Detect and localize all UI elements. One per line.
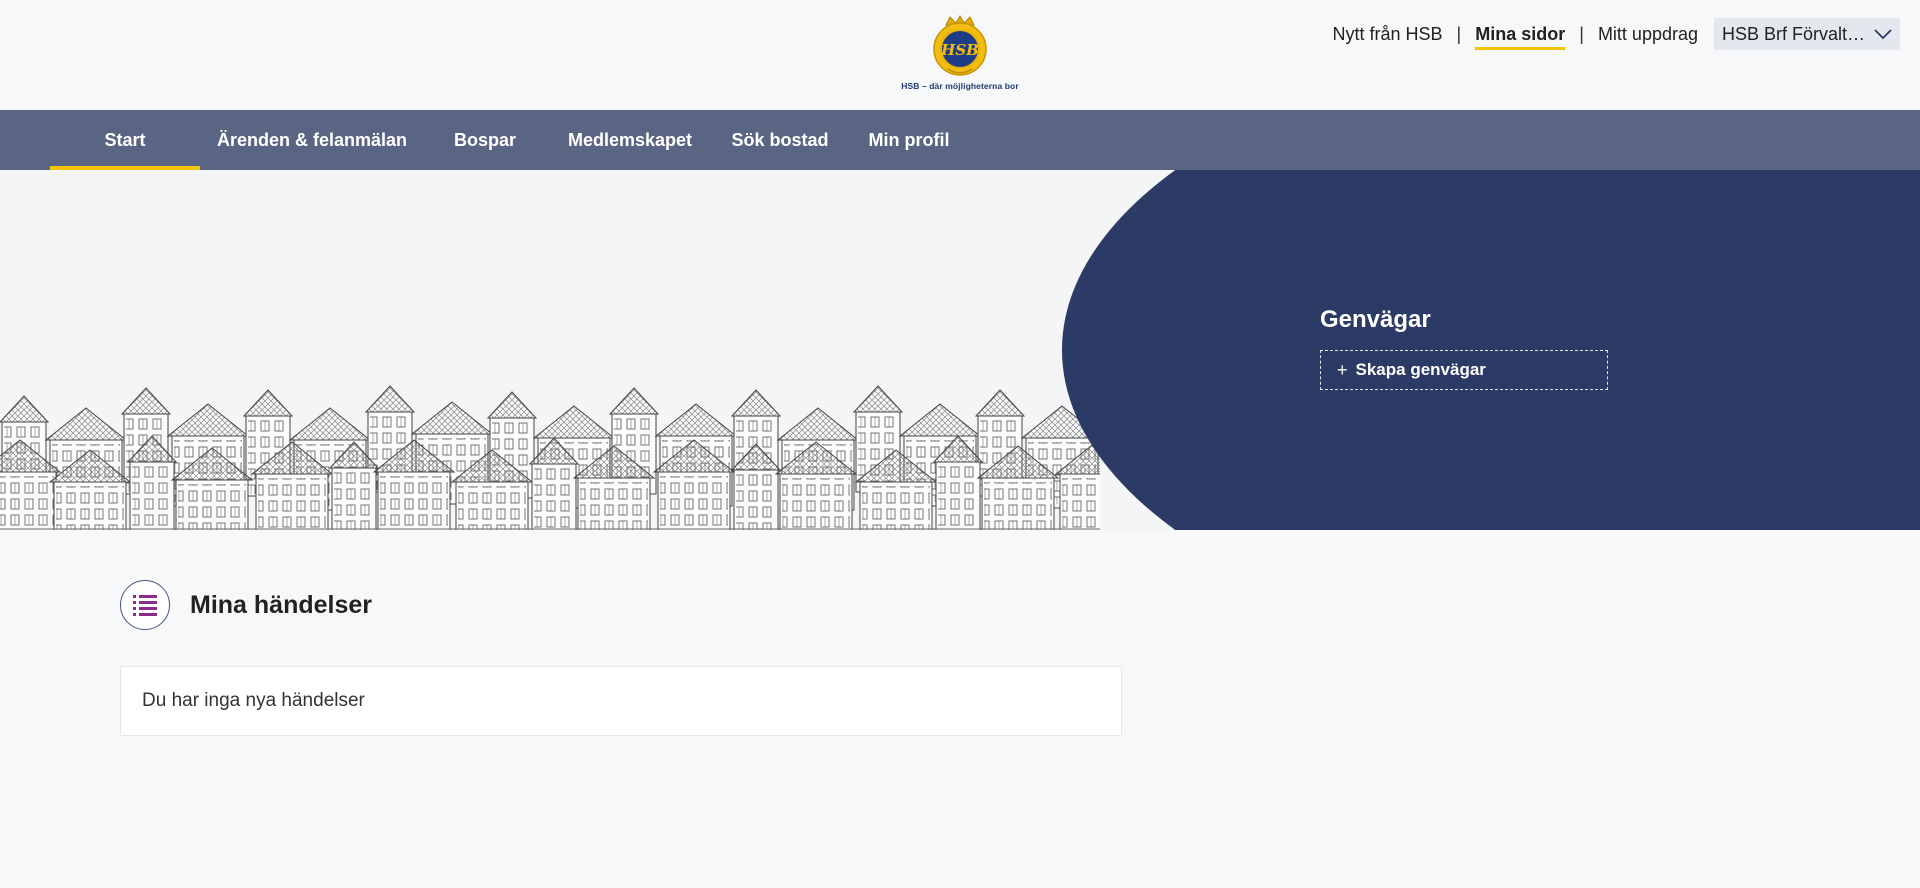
svg-text:HSB: HSB [940, 41, 979, 59]
account-select-value: HSB Brf Förvaltar... [1722, 23, 1866, 44]
nav-bospar[interactable]: Bospar [440, 110, 530, 170]
hero-banner: Genvägar + Skapa genvägar [0, 170, 1920, 530]
toplink-mina-sidor[interactable]: Mina sidor [1469, 18, 1571, 50]
nav-arenden-felanmalan[interactable]: Ärenden & felanmälan [212, 110, 412, 170]
divider: | [1456, 23, 1462, 44]
toplink-mitt-uppdrag[interactable]: Mitt uppdrag [1592, 18, 1704, 50]
list-icon [120, 580, 170, 630]
events-title: Mina händelser [190, 590, 372, 619]
events-empty-card: Du har inga nya händelser [120, 666, 1122, 736]
town-illustration [0, 385, 1100, 530]
chevron-down-icon [1874, 29, 1892, 40]
plus-icon: + [1337, 360, 1348, 380]
hsb-logo[interactable]: HSB HSB – där möjligheterna bor [898, 15, 1022, 97]
divider: | [1579, 23, 1584, 44]
create-shortcuts-label: Skapa genvägar [1355, 360, 1486, 379]
main-nav: Start Ärenden & felanmälan Bospar Medlem… [0, 110, 1920, 170]
nav-start[interactable]: Start [50, 110, 200, 170]
nav-min-profil[interactable]: Min profil [862, 110, 956, 170]
hsb-logo-icon: HSB [933, 15, 987, 76]
nav-sok-bostad[interactable]: Sök bostad [724, 110, 836, 170]
top-links: Nytt från HSB | Mina sidor | Mitt uppdra… [1327, 18, 1900, 50]
events-header: Mina händelser [120, 580, 372, 630]
logo-tagline: HSB – där möjligheterna bor [901, 81, 1019, 91]
toplink-nytt-fran-hsb[interactable]: Nytt från HSB [1327, 18, 1449, 50]
account-select[interactable]: HSB Brf Förvaltar... [1714, 18, 1900, 50]
create-shortcuts-button[interactable]: + Skapa genvägar [1320, 350, 1608, 390]
shortcuts-title: Genvägar [1320, 306, 1431, 333]
nav-medlemskapet[interactable]: Medlemskapet [560, 110, 700, 170]
events-empty-text: Du har inga nya händelser [142, 690, 365, 711]
top-header: HSB HSB – där möjligheterna bor Nytt frå… [0, 0, 1920, 110]
